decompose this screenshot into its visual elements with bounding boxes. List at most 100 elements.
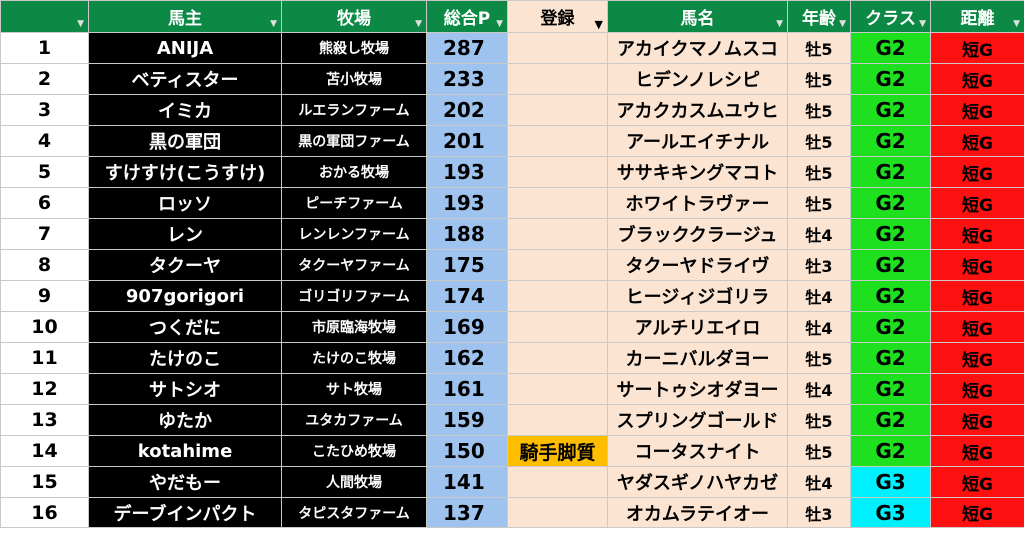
age-cell[interactable]: 牡4	[787, 373, 851, 405]
age-cell[interactable]: 牡5	[787, 187, 851, 219]
owner-cell[interactable]: すけすけ(こうすけ)	[88, 156, 282, 188]
row-number-cell[interactable]: 7	[0, 218, 89, 250]
registration-cell[interactable]	[507, 63, 608, 95]
filter-dropdown-icon[interactable]: ▼	[839, 20, 846, 29]
farm-cell[interactable]: こたひめ牧場	[281, 435, 427, 467]
owner-cell[interactable]: ゆたか	[88, 404, 282, 436]
distance-cell[interactable]: 短G	[930, 156, 1024, 188]
horse-name-cell[interactable]: オカムラテイオー	[607, 497, 788, 528]
registration-cell[interactable]	[507, 125, 608, 157]
points-cell[interactable]: 201	[426, 125, 508, 157]
owner-cell[interactable]: デーブインパクト	[88, 497, 282, 528]
horse-name-cell[interactable]: スプリングゴールド	[607, 404, 788, 436]
header-owner[interactable]: 馬主 ▼	[88, 0, 282, 33]
registration-cell[interactable]	[507, 218, 608, 250]
farm-cell[interactable]: サト牧場	[281, 373, 427, 405]
filter-dropdown-icon[interactable]: ▼	[496, 20, 503, 29]
class-cell[interactable]: G2	[850, 187, 931, 219]
age-cell[interactable]: 牡5	[787, 435, 851, 467]
age-cell[interactable]: 牡5	[787, 63, 851, 95]
horse-name-cell[interactable]: アールエイチナル	[607, 125, 788, 157]
farm-cell[interactable]: ピーチファーム	[281, 187, 427, 219]
class-cell[interactable]: G2	[850, 280, 931, 312]
age-cell[interactable]: 牡3	[787, 497, 851, 528]
distance-cell[interactable]: 短G	[930, 435, 1024, 467]
filter-dropdown-icon[interactable]: ▼	[1013, 20, 1020, 29]
points-cell[interactable]: 137	[426, 497, 508, 528]
distance-cell[interactable]: 短G	[930, 125, 1024, 157]
class-cell[interactable]: G2	[850, 156, 931, 188]
header-age[interactable]: 年齢 ▼	[787, 0, 851, 33]
class-cell[interactable]: G2	[850, 63, 931, 95]
row-number-cell[interactable]: 15	[0, 466, 89, 498]
age-cell[interactable]: 牡4	[787, 280, 851, 312]
registration-cell[interactable]	[507, 311, 608, 343]
owner-cell[interactable]: やだもー	[88, 466, 282, 498]
age-cell[interactable]: 牡5	[787, 32, 851, 64]
points-cell[interactable]: 159	[426, 404, 508, 436]
age-cell[interactable]: 牡4	[787, 466, 851, 498]
distance-cell[interactable]: 短G	[930, 404, 1024, 436]
filter-dropdown-icon[interactable]: ▼	[415, 20, 422, 29]
row-number-cell[interactable]: 6	[0, 187, 89, 219]
registration-cell[interactable]	[507, 497, 608, 528]
points-cell[interactable]: 150	[426, 435, 508, 467]
header-distance[interactable]: 距離 ▼	[930, 0, 1024, 33]
points-cell[interactable]: 162	[426, 342, 508, 374]
registration-cell[interactable]: 騎手脚質	[507, 435, 608, 467]
distance-cell[interactable]: 短G	[930, 187, 1024, 219]
class-cell[interactable]: G2	[850, 125, 931, 157]
farm-cell[interactable]: レンレンファーム	[281, 218, 427, 250]
age-cell[interactable]: 牡5	[787, 125, 851, 157]
row-number-cell[interactable]: 8	[0, 249, 89, 281]
row-number-cell[interactable]: 5	[0, 156, 89, 188]
farm-cell[interactable]: 人間牧場	[281, 466, 427, 498]
horse-name-cell[interactable]: ヒージィジゴリラ	[607, 280, 788, 312]
points-cell[interactable]: 233	[426, 63, 508, 95]
class-cell[interactable]: G2	[850, 404, 931, 436]
header-horse[interactable]: 馬名 ▼	[607, 0, 788, 33]
horse-name-cell[interactable]: ヒデンノレシピ	[607, 63, 788, 95]
owner-cell[interactable]: ANIJA	[88, 32, 282, 64]
horse-name-cell[interactable]: アルチリエイロ	[607, 311, 788, 343]
owner-cell[interactable]: つくだに	[88, 311, 282, 343]
header-points[interactable]: 総合P ▼	[426, 0, 508, 33]
farm-cell[interactable]: 市原臨海牧場	[281, 311, 427, 343]
distance-cell[interactable]: 短G	[930, 63, 1024, 95]
distance-cell[interactable]: 短G	[930, 249, 1024, 281]
filter-dropdown-icon[interactable]: ▼	[919, 20, 926, 29]
farm-cell[interactable]: 苫小牧場	[281, 63, 427, 95]
owner-cell[interactable]: レン	[88, 218, 282, 250]
class-cell[interactable]: G2	[850, 435, 931, 467]
age-cell[interactable]: 牡5	[787, 342, 851, 374]
age-cell[interactable]: 牡4	[787, 218, 851, 250]
registration-cell[interactable]	[507, 94, 608, 126]
farm-cell[interactable]: タピスタファーム	[281, 497, 427, 528]
class-cell[interactable]: G2	[850, 311, 931, 343]
registration-cell[interactable]	[507, 156, 608, 188]
farm-cell[interactable]: ゴリゴリファーム	[281, 280, 427, 312]
class-cell[interactable]: G2	[850, 32, 931, 64]
row-number-cell[interactable]: 14	[0, 435, 89, 467]
distance-cell[interactable]: 短G	[930, 342, 1024, 374]
points-cell[interactable]: 287	[426, 32, 508, 64]
owner-cell[interactable]: ベティスター	[88, 63, 282, 95]
row-number-cell[interactable]: 1	[0, 32, 89, 64]
registration-cell[interactable]	[507, 466, 608, 498]
points-cell[interactable]: 161	[426, 373, 508, 405]
row-number-cell[interactable]: 16	[0, 497, 89, 528]
row-number-cell[interactable]: 4	[0, 125, 89, 157]
farm-cell[interactable]: タクーヤファーム	[281, 249, 427, 281]
farm-cell[interactable]: ユタカファーム	[281, 404, 427, 436]
horse-name-cell[interactable]: コータスナイト	[607, 435, 788, 467]
row-number-cell[interactable]: 10	[0, 311, 89, 343]
owner-cell[interactable]: 907gorigori	[88, 280, 282, 312]
points-cell[interactable]: 202	[426, 94, 508, 126]
age-cell[interactable]: 牡5	[787, 94, 851, 126]
farm-cell[interactable]: たけのこ牧場	[281, 342, 427, 374]
horse-name-cell[interactable]: タクーヤドライヴ	[607, 249, 788, 281]
points-cell[interactable]: 141	[426, 466, 508, 498]
registration-cell[interactable]	[507, 187, 608, 219]
distance-cell[interactable]: 短G	[930, 280, 1024, 312]
class-cell[interactable]: G2	[850, 94, 931, 126]
